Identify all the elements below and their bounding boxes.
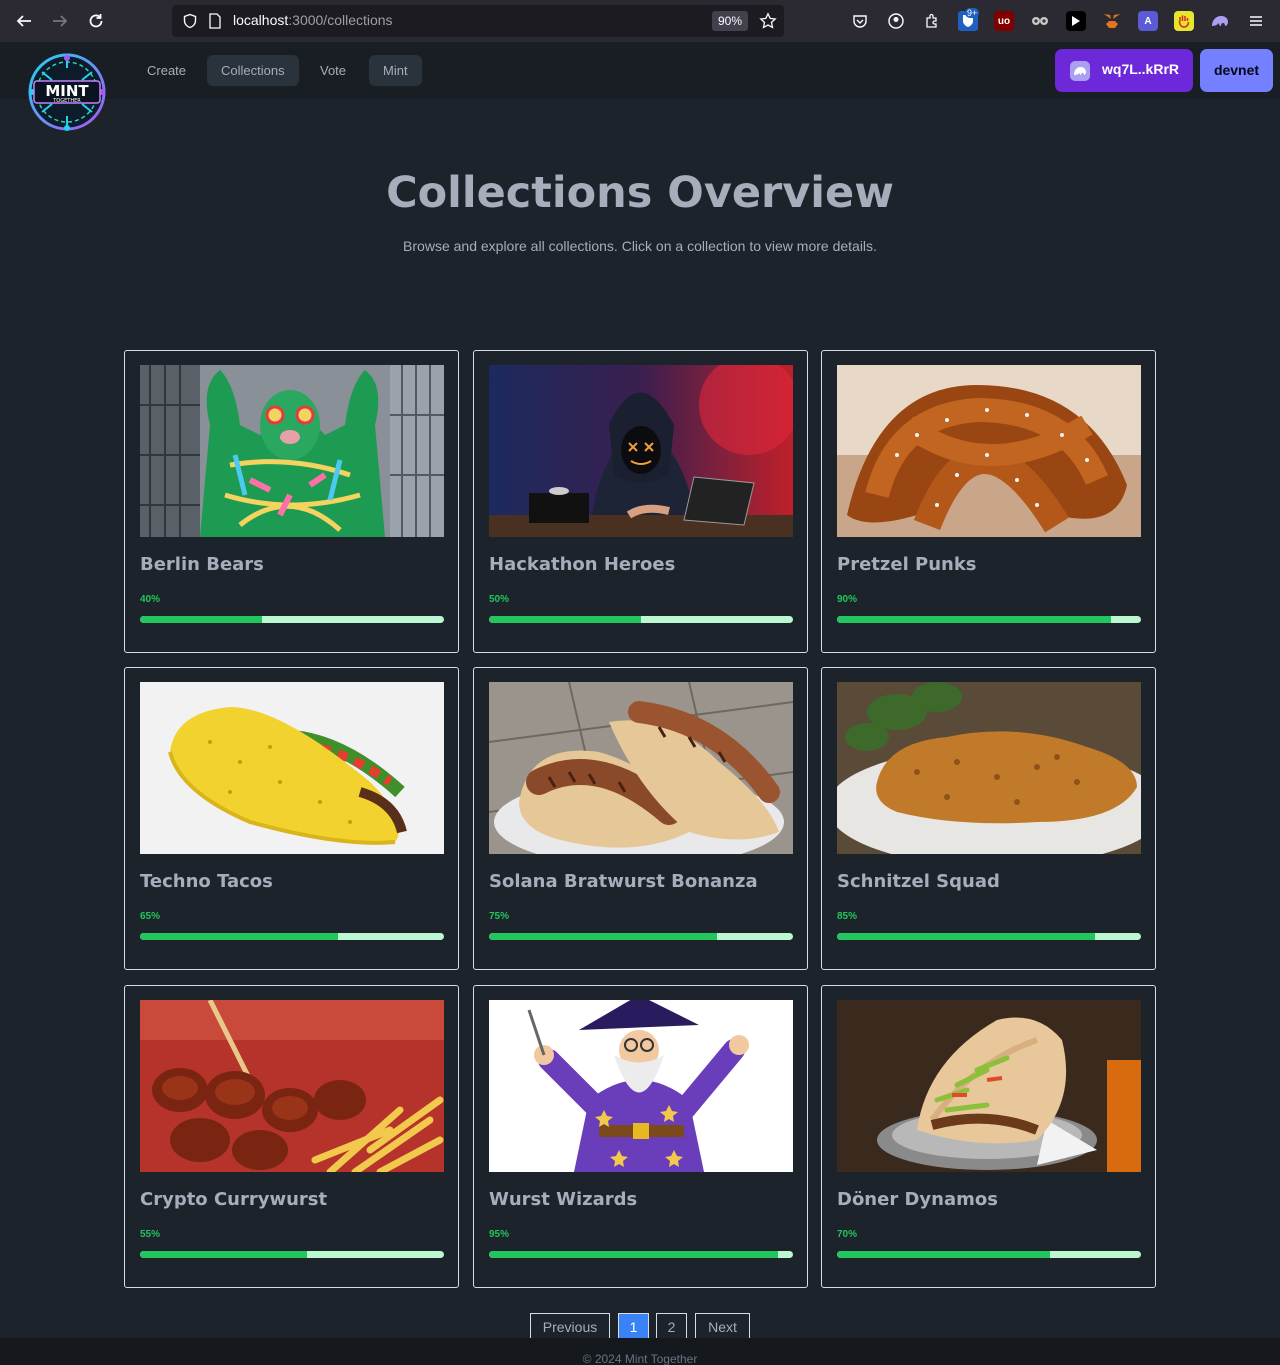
progress-bar	[140, 933, 444, 940]
aave-icon[interactable]: A	[1138, 11, 1158, 31]
pagination-previous[interactable]: Previous	[530, 1313, 610, 1340]
collection-name: Hackathon Heroes	[489, 554, 676, 575]
page-title: Collections Overview	[386, 168, 894, 218]
collection-name: Pretzel Punks	[837, 554, 977, 575]
collection-name: Solana Bratwurst Bonanza	[489, 871, 758, 892]
metamask-icon[interactable]	[1102, 11, 1122, 31]
phantom-icon[interactable]	[1210, 11, 1230, 31]
collection-name: Döner Dynamos	[837, 1189, 998, 1210]
forward-icon[interactable]	[48, 9, 72, 33]
phantom-wallet-icon	[1070, 61, 1090, 81]
progress-fill	[489, 616, 641, 623]
progress-bar	[837, 933, 1141, 940]
collection-image	[140, 682, 444, 854]
progress-label: 55%	[140, 1229, 161, 1240]
owl-icon[interactable]	[1030, 11, 1050, 31]
collection-image	[489, 365, 793, 537]
collection-image	[140, 365, 444, 537]
collection-card-techno-tacos[interactable]: Techno Tacos 65%	[124, 667, 459, 970]
collection-name: Crypto Currywurst	[140, 1189, 328, 1210]
zoom-level[interactable]: 90%	[712, 11, 748, 31]
progress-fill	[489, 933, 717, 940]
progress-bar	[489, 616, 793, 623]
nav-mint[interactable]: Mint	[369, 55, 422, 86]
collection-image	[140, 1000, 444, 1172]
progress-label: 40%	[140, 594, 161, 605]
progress-label: 50%	[489, 594, 510, 605]
progress-label: 75%	[489, 911, 510, 922]
collection-card-pretzel-punks[interactable]: Pretzel Punks 90%	[821, 350, 1156, 653]
progress-bar	[140, 1251, 444, 1258]
collection-card-doner-dynamos[interactable]: Döner Dynamos 70%	[821, 985, 1156, 1288]
hand-icon[interactable]	[1174, 11, 1194, 31]
back-icon[interactable]	[12, 9, 36, 33]
nav-vote[interactable]: Vote	[306, 55, 360, 86]
collection-card-solana-bratwurst-bonanza[interactable]: Solana Bratwurst Bonanza 75%	[473, 667, 808, 970]
wallet-address: wq7L..kRrR	[1102, 61, 1180, 77]
collection-card-schnitzel-squad[interactable]: Schnitzel Squad 85%	[821, 667, 1156, 970]
logo-subtext: TOGETHER	[52, 98, 81, 104]
pocket-icon[interactable]	[850, 11, 870, 31]
collection-image	[489, 682, 793, 854]
progress-fill	[837, 1251, 1050, 1258]
progress-label: 95%	[489, 1229, 510, 1240]
reload-icon[interactable]	[84, 9, 108, 33]
collection-card-berlin-bears[interactable]: Berlin Bears 40%	[124, 350, 459, 653]
page-icon	[208, 13, 222, 33]
extensions-icon[interactable]	[922, 11, 942, 31]
network-button[interactable]: devnet	[1200, 49, 1273, 92]
bookmark-star-icon[interactable]	[759, 12, 777, 34]
collection-name: Wurst Wizards	[489, 1189, 638, 1210]
ublock-icon[interactable]: uo	[994, 11, 1014, 31]
progress-fill	[140, 933, 338, 940]
footer-text: © 2024 Mint Together	[582, 1352, 698, 1365]
progress-label: 90%	[837, 594, 858, 605]
progress-fill	[140, 1251, 308, 1258]
progress-fill	[837, 933, 1096, 940]
progress-label: 85%	[837, 911, 858, 922]
progress-label: 70%	[837, 1229, 858, 1240]
wallet-button[interactable]: wq7L..kRrR	[1055, 49, 1193, 92]
progress-bar	[837, 616, 1141, 623]
collection-name: Techno Tacos	[140, 871, 273, 892]
collection-card-wurst-wizards[interactable]: Wurst Wizards 95%	[473, 985, 808, 1288]
account-icon[interactable]	[886, 11, 906, 31]
mint-together-logo[interactable]: MINT TOGETHER	[22, 52, 112, 134]
collection-card-hackathon-heroes[interactable]: Hackathon Heroes 50%	[473, 350, 808, 653]
extension-badge: 9+	[965, 8, 980, 18]
collection-image	[837, 682, 1141, 854]
collection-name: Berlin Bears	[140, 554, 264, 575]
collection-image	[837, 365, 1141, 537]
progress-label: 65%	[140, 911, 161, 922]
collection-card-crypto-currywurst[interactable]: Crypto Currywurst 55%	[124, 985, 459, 1288]
progress-fill	[489, 1251, 778, 1258]
pagination-page-2[interactable]: 2	[656, 1313, 687, 1340]
collection-image	[837, 1000, 1141, 1172]
pagination-next[interactable]: Next	[695, 1313, 750, 1340]
progress-bar	[489, 1251, 793, 1258]
collection-name: Schnitzel Squad	[837, 871, 1000, 892]
menu-icon[interactable]	[1246, 11, 1266, 31]
progress-fill	[837, 616, 1111, 623]
nav-collections[interactable]: Collections	[207, 55, 299, 86]
pagination-page-1[interactable]: 1	[618, 1313, 649, 1340]
url-text[interactable]: localhost:3000/collections	[233, 12, 393, 28]
progress-fill	[140, 616, 262, 623]
nav-create[interactable]: Create	[133, 55, 200, 86]
address-bar[interactable]: localhost:3000/collections 90%	[172, 5, 784, 37]
page-subtitle: Browse and explore all collections. Clic…	[403, 238, 877, 254]
play-icon[interactable]	[1066, 11, 1086, 31]
collection-image	[489, 1000, 793, 1172]
progress-bar	[489, 933, 793, 940]
tracking-shield-icon[interactable]	[182, 13, 198, 33]
progress-bar	[140, 616, 444, 623]
progress-bar	[837, 1251, 1141, 1258]
